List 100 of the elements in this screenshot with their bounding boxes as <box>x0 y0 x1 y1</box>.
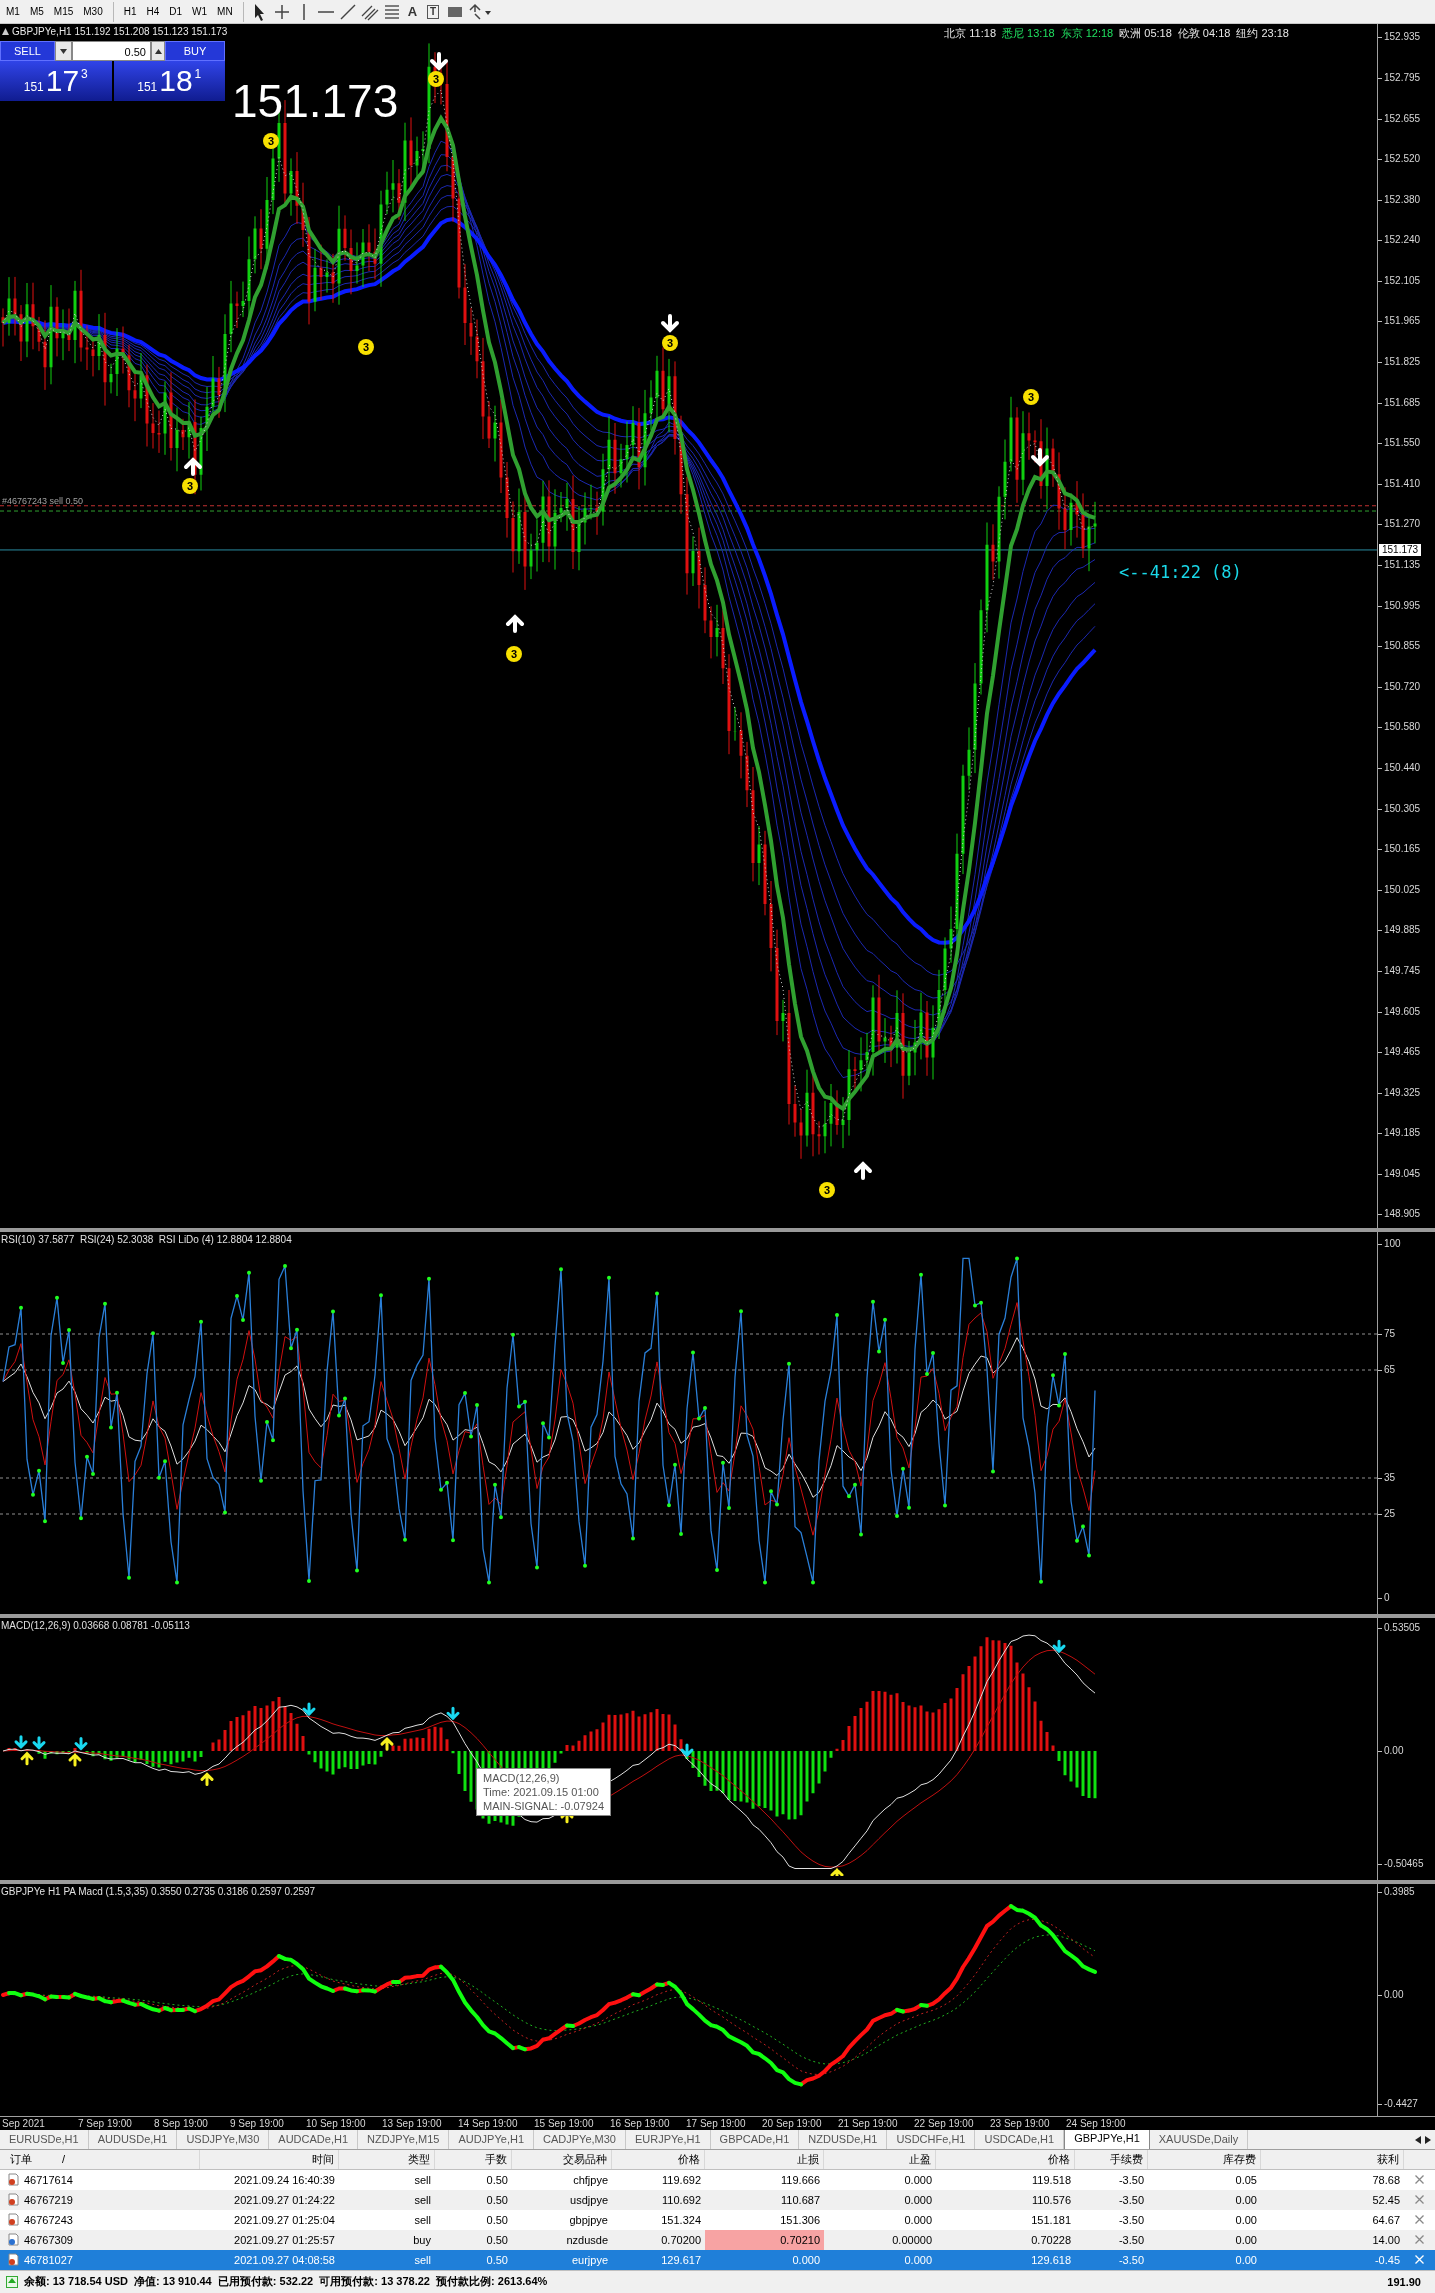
close-icon[interactable] <box>1415 2235 1424 2244</box>
symbol-tab[interactable]: USDJPYe,M30 <box>177 2130 270 2149</box>
close-icon[interactable] <box>1415 2215 1424 2224</box>
column-header[interactable]: 时间 <box>200 2149 339 2169</box>
account-summary: 余额: 13 718.54 USD 净值: 13 910.44 已用预付款: 532.22 可用预付款: 13 378.22 预付款比例: 2613.64% <box>24 2274 548 2290</box>
axis-label: 151.270 <box>1378 518 1421 531</box>
symbol-tab[interactable]: XAUUSDe,Daily <box>1149 2130 1249 2149</box>
order-row[interactable]: 46767309 2021.09.27 01:25:57 buy 0.50 nzdusde 0.70200 0.70210 0.00000 0.70228 -3.50 0.00 14.00 <box>0 2229 1435 2250</box>
symbol-icon <box>2 28 9 36</box>
table-cell-text: 129.618 <box>1030 2252 1072 2268</box>
sell-button[interactable]: SELL <box>0 41 55 62</box>
symbol-tab[interactable]: AUDCADe,H1 <box>269 2130 359 2149</box>
axis-label: 75 <box>1378 1328 1396 1341</box>
signal-badge: 3 <box>358 339 374 356</box>
column-header[interactable]: 获利 <box>1261 2149 1404 2169</box>
down-arrow-icon <box>680 1743 694 1758</box>
order-icon <box>8 2233 20 2246</box>
time-axis-label: 10 Sep 19:00 <box>305 2117 367 2131</box>
close-icon[interactable] <box>1415 2175 1424 2184</box>
symbol-tab[interactable]: USDCHFe,H1 <box>887 2130 976 2149</box>
table-cell-text: 110.687 <box>780 2192 821 2208</box>
time-axis-label: 23 Sep 19:00 <box>989 2117 1051 2131</box>
column-header[interactable]: 交易品种 <box>512 2149 612 2169</box>
symbol-tab[interactable]: GBPCADe,H1 <box>710 2130 800 2149</box>
symbol-quote: GBPJPYe,H1 151.192 151.208 151.123 151.173 <box>12 26 228 38</box>
down-arrow-icon <box>32 1736 46 1751</box>
axis-label: 0.53505 <box>1378 1622 1421 1635</box>
time-axis-label: 24 Sep 19:00 <box>1065 2117 1127 2131</box>
table-cell-text: -3.50 <box>1117 2192 1145 2208</box>
order-icon <box>8 2253 20 2266</box>
axis-label: 152.795 <box>1378 71 1421 84</box>
signal-badge: 3 <box>506 646 522 663</box>
axis-label: 150.440 <box>1378 761 1421 774</box>
axis-label: 25 <box>1378 1508 1396 1521</box>
column-header[interactable]: 价格 <box>612 2149 705 2169</box>
symbol-tab[interactable]: AUDUSDe,H1 <box>88 2130 178 2149</box>
column-header[interactable]: 手续费 <box>1075 2149 1148 2169</box>
label-tool[interactable]: T <box>427 4 440 19</box>
table-cell-text: usdjpye <box>569 2192 609 2208</box>
symbol-tab[interactable]: AUDJPYe,H1 <box>449 2130 534 2149</box>
lot-down-button[interactable] <box>55 41 72 62</box>
table-cell-text: 0.00 <box>1234 2252 1258 2268</box>
timeframe-button[interactable]: M15 <box>49 4 78 20</box>
table-cell-text: 0.50 <box>485 2212 509 2228</box>
up-arrow-icon <box>20 1751 34 1766</box>
lot-field[interactable]: 0.50 <box>72 41 151 62</box>
table-cell-text: eurjpye <box>570 2252 609 2268</box>
column-header[interactable]: 止盈 <box>824 2149 936 2169</box>
symbol-tab[interactable]: GBPJPYe,H1 <box>1064 2130 1150 2149</box>
timeframe-button[interactable]: M1 <box>2 4 24 20</box>
timeframe-button[interactable]: D1 <box>165 4 187 20</box>
axis-label: 149.045 <box>1378 1167 1421 1180</box>
session-clock: 悉尼 13:18 <box>1002 26 1055 42</box>
tooltip-text: MACD(12,26,9) <box>483 1772 561 1785</box>
order-row[interactable]: 46767243 2021.09.27 01:25:04 sell 0.50 gbpjpye 151.324 151.306 0.000 151.181 -3.50 0.00 64.67 <box>0 2209 1435 2230</box>
table-cell-text: sell <box>413 2252 432 2268</box>
symbol-tab[interactable]: NZDUSDe,H1 <box>799 2130 888 2149</box>
scroll-right-icon[interactable] <box>1425 2135 1431 2144</box>
current-price-tag: 151.173 <box>1379 544 1422 557</box>
table-cell-text: 2021.09.24 16:40:39 <box>233 2172 336 2188</box>
order-row[interactable]: 46781027 2021.09.27 04:08:58 sell 0.50 eurjpye 129.617 0.000 0.000 129.618 -3.50 0.00 -0.45 <box>0 2249 1435 2270</box>
indicator-legend: RSI(10) 37.5877 RSI(24) 52.3038 RSI LiDo (4) 12.8804 12.8804 <box>1 1234 292 1246</box>
table-cell-text: 64.67 <box>1371 2212 1401 2228</box>
text-tool[interactable]: A <box>403 4 422 20</box>
symbol-tab[interactable]: EURJPYe,H1 <box>625 2130 711 2149</box>
timeframe-button[interactable]: W1 <box>188 4 212 20</box>
bar-countdown: <--41:22 (8) <box>1119 562 1242 583</box>
column-header[interactable]: 类型 <box>339 2149 435 2169</box>
column-header[interactable]: 库存费 <box>1148 2149 1261 2169</box>
order-row[interactable]: 46767219 2021.09.27 01:24:22 sell 0.50 usdjpye 110.692 110.687 0.000 110.576 -3.50 0.00 52.45 <box>0 2189 1435 2210</box>
session-clock: 纽约 23:18 <box>1236 26 1289 42</box>
axis-label: 65 <box>1378 1364 1396 1377</box>
buy-button[interactable]: BUY <box>165 41 225 62</box>
column-header[interactable]: 手数 <box>435 2149 512 2169</box>
symbol-tab[interactable]: EURUSDe,H1 <box>0 2130 89 2149</box>
column-header[interactable]: 止损 <box>705 2149 824 2169</box>
axis-label: 149.885 <box>1378 924 1421 937</box>
timeframe-button[interactable]: MN <box>213 4 237 20</box>
up-arrow-icon <box>380 1737 394 1751</box>
signal-badge: 3 <box>182 478 198 495</box>
session-clock: 东京 12:18 <box>1060 26 1114 42</box>
symbol-tab[interactable]: CADJPYe,M30 <box>534 2130 626 2149</box>
timeframe-button[interactable]: H4 <box>142 4 164 20</box>
column-header[interactable]: 价格 <box>936 2149 1075 2169</box>
timeframe-button[interactable]: M30 <box>79 4 107 20</box>
axis-label: 148.905 <box>1378 1208 1421 1221</box>
close-icon[interactable] <box>1415 2195 1424 2204</box>
indicator-legend: MACD(12,26,9) 0.03668 0.08781 -0.05113 <box>1 1620 190 1632</box>
arrows-dropdown-icon[interactable] <box>467 1 494 22</box>
axis-label: 150.025 <box>1378 883 1421 896</box>
lot-up-button[interactable] <box>151 41 165 62</box>
timeframe-button[interactable]: M5 <box>25 4 48 20</box>
timeframe-button[interactable]: H1 <box>119 4 141 20</box>
time-axis-label: 8 Sep 19:00 <box>153 2117 209 2131</box>
table-cell-text: 2021.09.27 04:08:58 <box>233 2252 336 2268</box>
order-row[interactable]: 46717614 2021.09.24 16:40:39 sell 0.50 chfjpye 119.692 119.666 0.000 119.518 -3.50 0.05 78.68 <box>0 2169 1435 2190</box>
scroll-left-icon[interactable] <box>1415 2135 1421 2144</box>
symbol-tab[interactable]: NZDJPYe,M15 <box>358 2130 450 2149</box>
table-cell-text: 0.000 <box>903 2192 933 2208</box>
column-header[interactable]: 订单 <box>10 2151 32 2167</box>
